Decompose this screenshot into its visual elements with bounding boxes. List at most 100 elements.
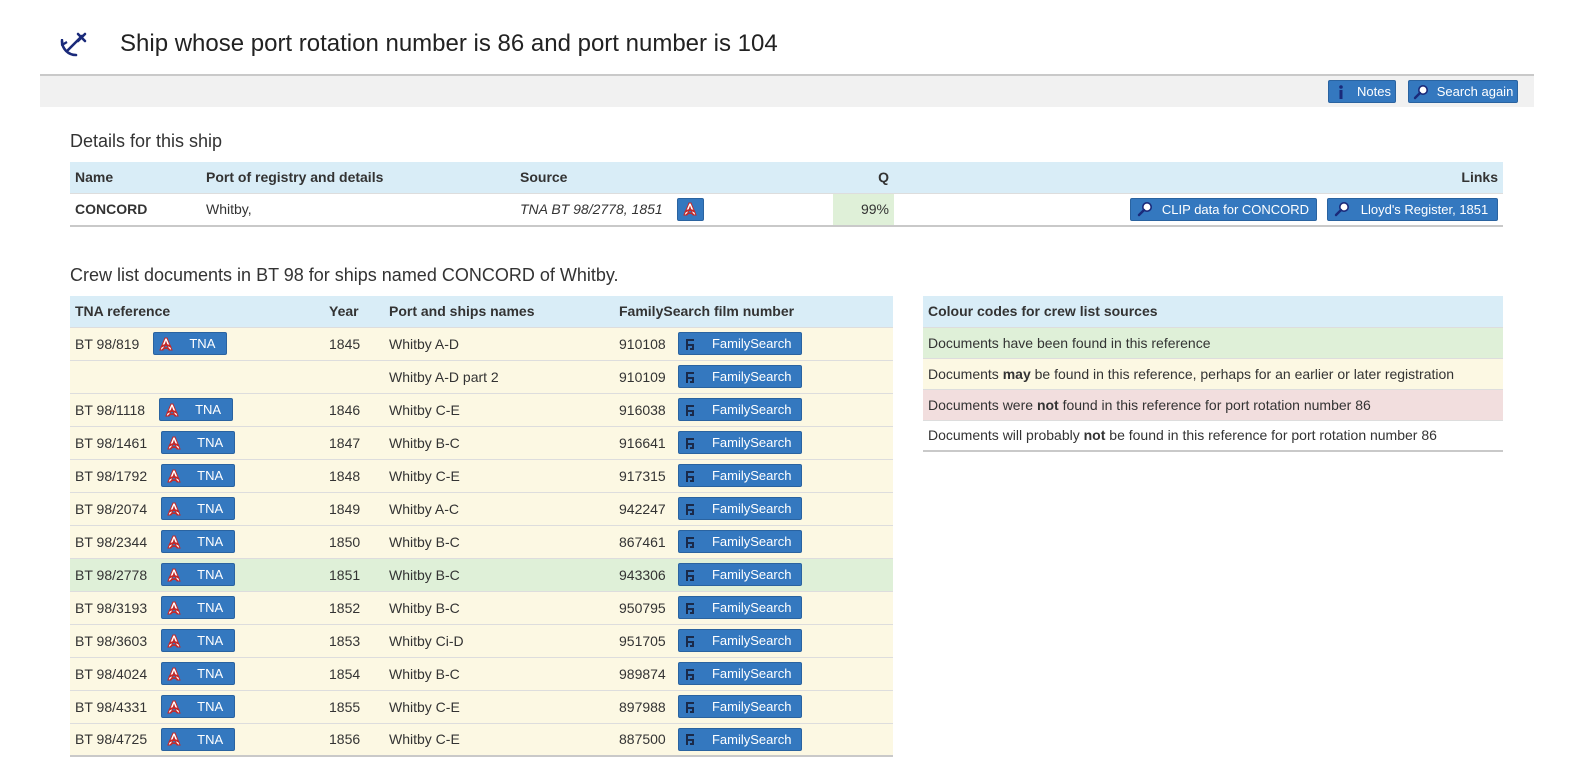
crew-film-cell: 916641 FamilySearch xyxy=(614,425,893,459)
crew-year: 1845 xyxy=(324,326,384,360)
crew-ref: BT 98/3603 xyxy=(75,632,148,649)
colour-code-text-pre: Documents have been found in this refere… xyxy=(928,334,1211,351)
tna-button[interactable]: TNA xyxy=(161,497,236,520)
tna-logo-icon xyxy=(167,700,181,714)
search-again-button[interactable]: Search again xyxy=(1408,80,1518,103)
colour-code-text-post: be found in this reference, perhaps for … xyxy=(1030,365,1455,382)
ship-source-cell: TNA BT 98/2778, 1851 xyxy=(515,192,833,226)
tna-button[interactable]: TNA xyxy=(153,332,228,355)
crew-port: Whitby B-C xyxy=(384,425,614,459)
familysearch-button[interactable]: FamilySearch xyxy=(677,596,802,619)
crew-ref-cell: BT 98/1461 TNA xyxy=(70,425,324,459)
familysearch-button[interactable]: FamilySearch xyxy=(677,662,802,685)
crew-film-number: 897988 xyxy=(619,698,666,715)
tna-button[interactable]: TNA xyxy=(161,431,236,454)
crew-port: Whitby C-E xyxy=(384,689,614,723)
familysearch-button[interactable]: FamilySearch xyxy=(677,332,802,355)
colour-code-not: Documents were not found in this referen… xyxy=(923,388,1503,420)
notes-button-label: Notes xyxy=(1357,84,1391,99)
familysearch-button[interactable]: FamilySearch xyxy=(677,695,802,718)
familysearch-icon xyxy=(685,503,694,515)
tna-button[interactable]: TNA xyxy=(161,530,236,553)
crew-film-number: 910108 xyxy=(619,335,666,352)
tna-button[interactable]: TNA xyxy=(161,596,236,619)
tna-logo-icon xyxy=(683,202,697,216)
crew-row: BT 98/1118 TNA 1846 Whitby C-E 916038 FamilyS… xyxy=(70,392,893,426)
familysearch-button[interactable]: FamilySearch xyxy=(677,563,802,586)
familysearch-icon xyxy=(685,338,694,350)
familysearch-icon xyxy=(685,602,694,614)
crew-port: Whitby B-C xyxy=(384,557,614,591)
crew-ref-cell: BT 98/4331 TNA xyxy=(70,689,324,723)
crew-ref: BT 98/3193 xyxy=(75,599,148,616)
page-title: Ship whose port rotation number is 86 an… xyxy=(120,30,778,57)
tna-button-label: TNA xyxy=(189,336,216,351)
familysearch-button[interactable]: FamilySearch xyxy=(677,497,802,520)
crew-film-number: 887500 xyxy=(619,731,666,748)
familysearch-button[interactable]: FamilySearch xyxy=(677,464,802,487)
crew-port: Whitby Ci-D xyxy=(384,623,614,657)
ship-details-row: CONCORD Whitby, TNA BT 98/2778, 1851 99%… xyxy=(70,192,1503,226)
familysearch-button[interactable]: FamilySearch xyxy=(677,629,802,652)
crew-film-cell: 989874 FamilySearch xyxy=(614,656,893,690)
crew-film-cell: 942247 FamilySearch xyxy=(614,491,893,525)
crew-ref: BT 98/1461 xyxy=(75,434,148,451)
colour-code-text: Documents have been found in this refere… xyxy=(923,326,1503,358)
ship-port: Whitby, xyxy=(201,192,515,226)
tna-button-label: TNA xyxy=(197,633,224,648)
crew-year: 1852 xyxy=(324,590,384,624)
colour-code-text-emphasis: not xyxy=(1083,427,1106,444)
source-document-button[interactable] xyxy=(676,197,704,221)
tna-logo-icon xyxy=(159,337,174,351)
crew-film-number: 942247 xyxy=(619,500,666,517)
crew-ref-cell: BT 98/1118 TNA xyxy=(70,392,324,426)
crew-list-body: BT 98/819 TNA 1845 Whitby A-D 910108 FamilySe… xyxy=(70,326,893,756)
colour-code-text-post: found in this reference for port rotatio… xyxy=(1058,396,1371,413)
crew-year: 1849 xyxy=(324,491,384,525)
column-header-tna-reference: TNA reference xyxy=(70,296,324,327)
tna-button[interactable]: TNA xyxy=(161,662,236,685)
crew-port: Whitby A-D xyxy=(384,326,614,360)
tna-button[interactable]: TNA xyxy=(161,629,236,652)
crew-port: Whitby B-C xyxy=(384,524,614,558)
familysearch-button-label: FamilySearch xyxy=(711,600,792,615)
colour-codes-table: Colour codes for crew list sources Docum… xyxy=(923,296,1503,452)
colour-code-text-pre: Documents xyxy=(928,365,1003,382)
crew-film-number: 943306 xyxy=(619,566,666,583)
tna-button[interactable]: TNA xyxy=(159,398,234,421)
clip-data-button[interactable]: CLIP data for CONCORD xyxy=(1130,197,1317,221)
crew-film-cell: 897988 FamilySearch xyxy=(614,689,893,723)
ship-quality: 99% xyxy=(833,192,894,226)
column-header-year: Year xyxy=(324,296,384,327)
tna-button-label: TNA xyxy=(197,534,224,549)
notes-button[interactable]: Notes xyxy=(1328,80,1396,103)
familysearch-button[interactable]: FamilySearch xyxy=(677,398,802,421)
familysearch-button[interactable]: FamilySearch xyxy=(677,727,802,751)
info-icon xyxy=(1339,84,1343,99)
colour-codes-body: Documents have been found in this refere… xyxy=(923,326,1503,451)
crew-ref-cell: BT 98/819 TNA xyxy=(70,326,324,360)
crew-row: Whitby A-D part 2 910109 FamilySearch xyxy=(70,359,893,393)
crew-ref-cell: BT 98/4725 TNA xyxy=(70,722,324,756)
crew-ref: BT 98/4331 xyxy=(75,698,148,715)
familysearch-icon xyxy=(685,635,694,647)
crew-list-table: TNA reference Year Port and ships names … xyxy=(70,296,893,757)
lloyds-register-button[interactable]: Lloyd's Register, 1851 xyxy=(1327,197,1498,221)
tna-logo-icon xyxy=(167,436,181,450)
tna-logo-icon xyxy=(165,403,179,417)
familysearch-button[interactable]: FamilySearch xyxy=(677,431,802,454)
crew-film-number: 989874 xyxy=(619,665,666,682)
tna-button[interactable]: TNA xyxy=(161,563,236,586)
familysearch-button[interactable]: FamilySearch xyxy=(677,530,802,553)
tna-button[interactable]: TNA xyxy=(161,727,236,751)
tna-button[interactable]: TNA xyxy=(161,695,236,718)
colour-code-text-pre: Documents will probably xyxy=(928,427,1084,444)
familysearch-button[interactable]: FamilySearch xyxy=(677,365,802,388)
tna-button[interactable]: TNA xyxy=(161,464,236,487)
familysearch-button-label: FamilySearch xyxy=(711,369,792,384)
tna-button-label: TNA xyxy=(195,402,222,417)
familysearch-button-label: FamilySearch xyxy=(711,666,792,681)
tna-logo-icon xyxy=(167,667,181,681)
tna-logo-icon xyxy=(167,732,181,746)
familysearch-button-label: FamilySearch xyxy=(711,567,792,582)
